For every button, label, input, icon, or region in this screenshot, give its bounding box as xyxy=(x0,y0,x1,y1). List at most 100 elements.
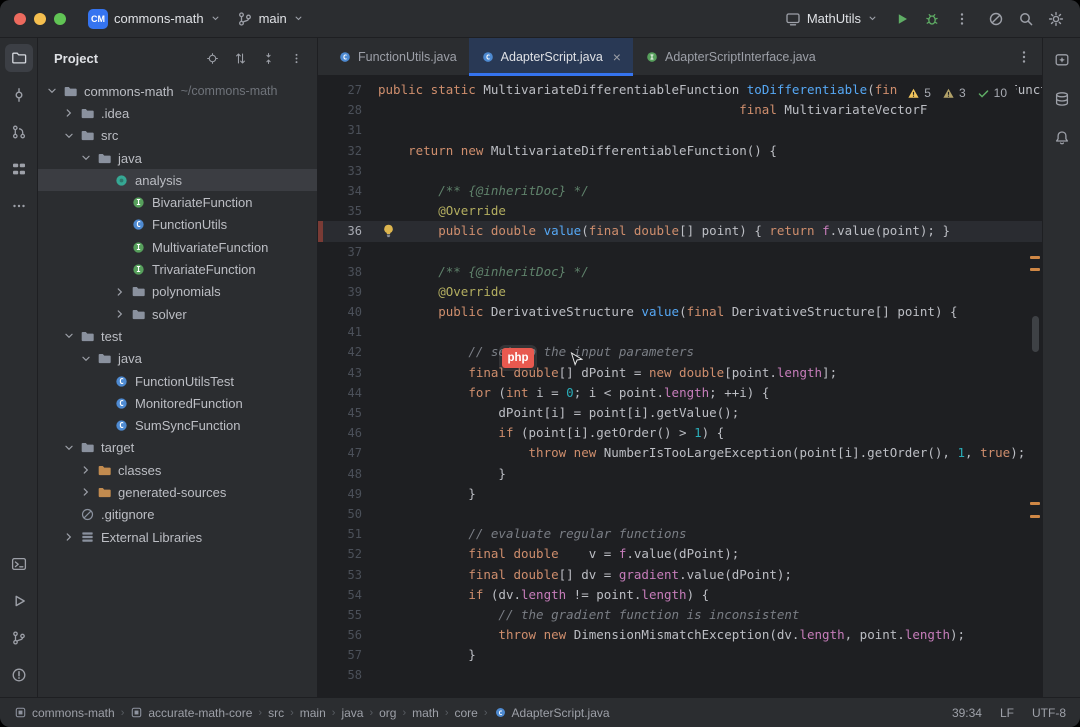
code-line-38[interactable]: 38 /** {@inheritDoc} */ xyxy=(318,262,1042,282)
line-separator[interactable]: LF xyxy=(1000,706,1014,720)
chevron-right-icon[interactable] xyxy=(61,105,77,121)
scrollbar-error-stripe[interactable] xyxy=(1028,76,1042,697)
tree-item-solver[interactable]: solver xyxy=(38,303,317,325)
git-tool-button[interactable] xyxy=(5,624,33,652)
code-line-45[interactable]: 45 dPoint[i] = point[i].getValue(); xyxy=(318,403,1042,423)
tree-item-functionutilstest[interactable]: CFunctionUtilsTest xyxy=(38,370,317,392)
tab-options-button[interactable] xyxy=(1016,38,1032,75)
collapse-all-button[interactable] xyxy=(257,47,279,69)
terminal-tool-button[interactable] xyxy=(5,550,33,578)
chevron-right-icon[interactable] xyxy=(78,462,94,478)
code-line-47[interactable]: 47 throw new NumberIsTooLargeException(p… xyxy=(318,443,1042,463)
run-tool-button[interactable] xyxy=(5,587,33,615)
breadcrumb-item-core[interactable]: core xyxy=(455,706,478,720)
close-tab-icon[interactable]: × xyxy=(613,50,621,64)
tree-item-classes[interactable]: classes xyxy=(38,459,317,481)
tree-item-java[interactable]: java xyxy=(38,147,317,169)
chevron-down-icon[interactable] xyxy=(61,328,77,344)
tree-item-bivariatefunction[interactable]: IBivariateFunction xyxy=(38,191,317,213)
code-line-34[interactable]: 34 /** {@inheritDoc} */ xyxy=(318,181,1042,201)
minimize-window-button[interactable] xyxy=(34,13,46,25)
code-line-28[interactable]: 28 final MultivariateVectorF xyxy=(318,100,1042,120)
code-line-43[interactable]: 43 final double[] dPoint = new double[po… xyxy=(318,363,1042,383)
chevron-right-icon[interactable] xyxy=(61,529,77,545)
passed-count[interactable]: 10 xyxy=(977,86,1007,100)
tree-item-generated-sources[interactable]: generated-sources xyxy=(38,481,317,503)
weak-warnings-count[interactable]: 3 xyxy=(942,86,966,100)
code-line-36[interactable]: 36 public double value(final double[] po… xyxy=(318,221,1042,241)
breadcrumb-item-math[interactable]: math xyxy=(412,706,439,720)
breadcrumb-item-java[interactable]: java xyxy=(341,706,363,720)
breadcrumb-item-accurate-math-core[interactable]: accurate-math-core xyxy=(130,706,252,720)
search-everywhere-button[interactable] xyxy=(1012,5,1040,33)
run-config-widget[interactable]: MathUtils xyxy=(777,7,886,31)
chevron-right-icon[interactable] xyxy=(112,306,128,322)
database-tool-button[interactable] xyxy=(1048,85,1076,113)
project-tool-button[interactable] xyxy=(5,44,33,72)
warnings-count[interactable]: 5 xyxy=(907,86,931,100)
code-line-48[interactable]: 48 } xyxy=(318,464,1042,484)
locate-file-button[interactable] xyxy=(201,47,223,69)
tree-item-monitoredfunction[interactable]: CMonitoredFunction xyxy=(38,392,317,414)
warning-stripe-mark[interactable] xyxy=(1030,256,1040,259)
warning-stripe-mark[interactable] xyxy=(1030,502,1040,505)
more-run-actions-button[interactable] xyxy=(948,5,976,33)
code-line-39[interactable]: 39 @Override xyxy=(318,282,1042,302)
problems-tool-button[interactable] xyxy=(5,661,33,689)
chevron-down-icon[interactable] xyxy=(61,128,77,144)
chevron-down-icon[interactable] xyxy=(61,440,77,456)
code-line-44[interactable]: 44 for (int i = 0; i < point.length; ++i… xyxy=(318,383,1042,403)
breadcrumb-item-adapterscript-java[interactable]: CAdapterScript.java xyxy=(494,706,610,720)
code-line-58[interactable]: 58 xyxy=(318,665,1042,685)
code-line-52[interactable]: 52 final double v = f.value(dPoint); xyxy=(318,544,1042,564)
tab-functionutils-java[interactable]: CFunctionUtils.java xyxy=(326,38,469,75)
warning-stripe-mark[interactable] xyxy=(1030,515,1040,518)
code-with-me-button[interactable] xyxy=(982,5,1010,33)
code-line-35[interactable]: 35 @Override xyxy=(318,201,1042,221)
pull-requests-tool-button[interactable] xyxy=(5,118,33,146)
zoom-window-button[interactable] xyxy=(54,13,66,25)
breadcrumb-item-org[interactable]: org xyxy=(379,706,396,720)
vcs-branch-widget[interactable]: main xyxy=(229,7,312,31)
ai-assistant-tool-button[interactable] xyxy=(1048,46,1076,74)
breadcrumb-item-src[interactable]: src xyxy=(268,706,284,720)
chevron-down-icon[interactable] xyxy=(78,351,94,367)
expand-all-button[interactable] xyxy=(229,47,251,69)
code-line-53[interactable]: 53 final double[] dv = gradient.value(dP… xyxy=(318,565,1042,585)
tree-item-test[interactable]: test xyxy=(38,325,317,347)
tab-adapterscript-java[interactable]: CAdapterScript.java× xyxy=(469,38,633,75)
code-line-37[interactable]: 37 xyxy=(318,242,1042,262)
tree-item-external-libraries[interactable]: External Libraries xyxy=(38,526,317,548)
close-window-button[interactable] xyxy=(14,13,26,25)
code-line-50[interactable]: 50 xyxy=(318,504,1042,524)
tree-item-sumsyncfunction[interactable]: CSumSyncFunction xyxy=(38,414,317,436)
code-line-40[interactable]: 40 public DerivativeStructure value(fina… xyxy=(318,302,1042,322)
chevron-down-icon[interactable] xyxy=(78,150,94,166)
code-line-46[interactable]: 46 if (point[i].getOrder() > 1) { xyxy=(318,423,1042,443)
scrollbar-thumb[interactable] xyxy=(1032,316,1039,352)
tree-item-idea[interactable]: .idea xyxy=(38,102,317,124)
code-line-57[interactable]: 57 } xyxy=(318,645,1042,665)
run-button[interactable] xyxy=(888,5,916,33)
warning-stripe-mark[interactable] xyxy=(1030,268,1040,271)
code-line-55[interactable]: 55 // the gradient function is inconsist… xyxy=(318,605,1042,625)
breadcrumb-item-commons-math[interactable]: commons-math xyxy=(14,706,115,720)
file-encoding[interactable]: UTF-8 xyxy=(1032,706,1066,720)
intention-bulb-icon[interactable] xyxy=(381,223,396,238)
chevron-right-icon[interactable] xyxy=(112,284,128,300)
debug-button[interactable] xyxy=(918,5,946,33)
code-line-33[interactable]: 33 xyxy=(318,161,1042,181)
tree-item-polynomials[interactable]: polynomials xyxy=(38,281,317,303)
code-line-56[interactable]: 56 throw new DimensionMismatchException(… xyxy=(318,625,1042,645)
code-line-54[interactable]: 54 if (dv.length != point.length) { xyxy=(318,585,1042,605)
chevron-down-icon[interactable] xyxy=(44,83,60,99)
structure-tool-button[interactable] xyxy=(5,155,33,183)
code-line-51[interactable]: 51 // evaluate regular functions xyxy=(318,524,1042,544)
tree-item-functionutils[interactable]: CFunctionUtils xyxy=(38,214,317,236)
project-widget[interactable]: CM commons-math xyxy=(80,5,229,33)
chevron-right-icon[interactable] xyxy=(78,484,94,500)
code-line-42[interactable]: 42 // set up the input parameters xyxy=(318,342,1042,362)
commit-tool-button[interactable] xyxy=(5,81,33,109)
tree-item-commons-math[interactable]: commons-math~/commons-math xyxy=(38,80,317,102)
settings-button[interactable] xyxy=(1042,5,1070,33)
